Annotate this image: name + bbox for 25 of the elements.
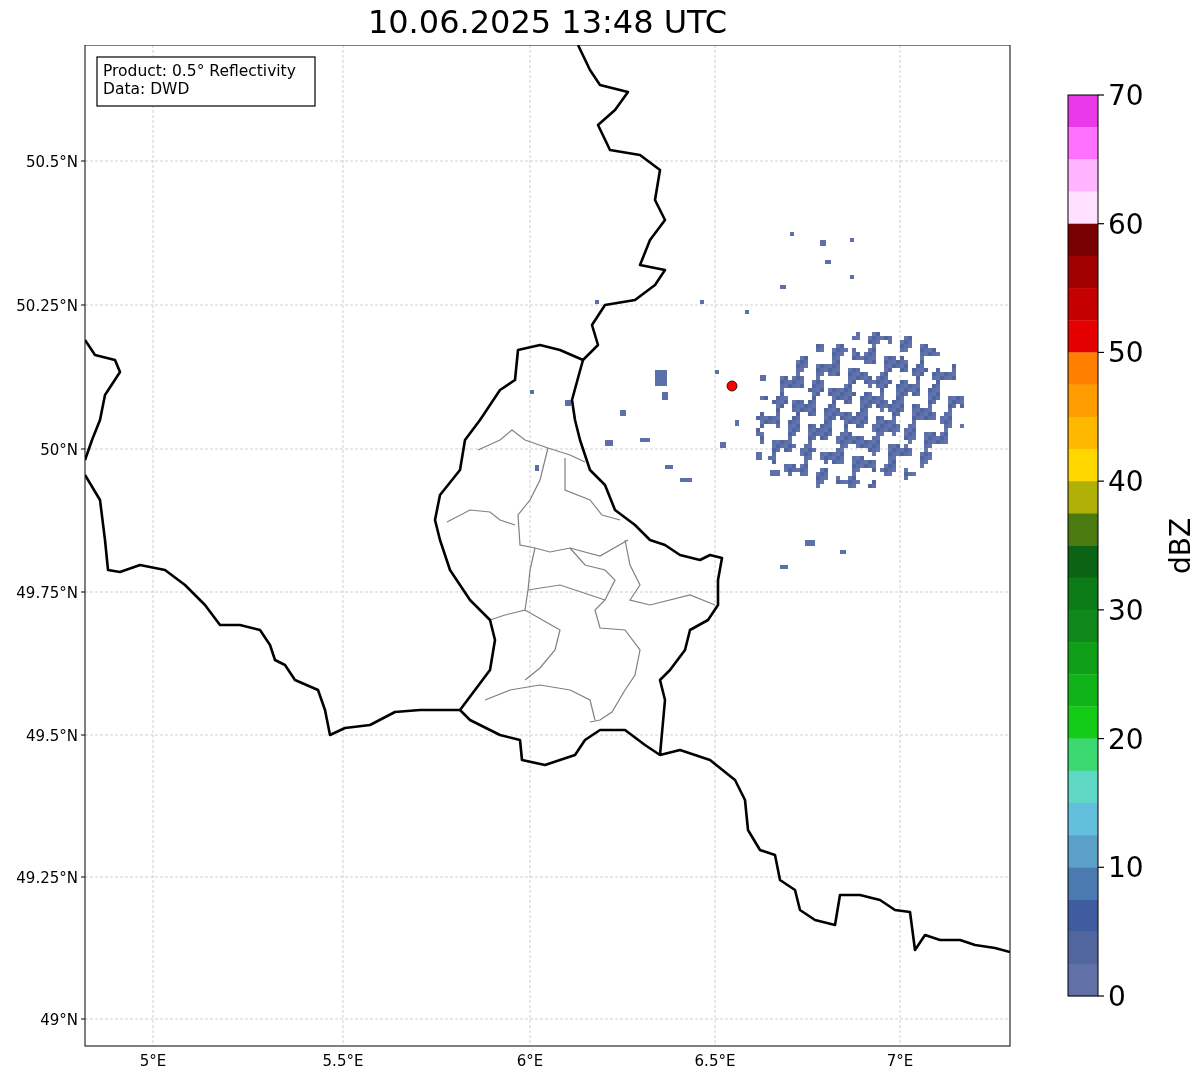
latitude-label: 50.25°N — [16, 297, 78, 315]
longitude-label: 5.5°E — [322, 1052, 364, 1070]
colorbar-tick-label: 0 — [1108, 980, 1126, 1013]
latitude-label: 49.25°N — [16, 869, 78, 887]
radar-site-marker — [726, 380, 738, 392]
longitude-label: 5°E — [139, 1052, 167, 1070]
colorbar-tick-label: 10 — [1108, 851, 1144, 885]
colorbar-tick-label: 50 — [1108, 336, 1144, 370]
latitude-label: 49.5°N — [25, 727, 78, 745]
colorbar-label: dBZ — [1164, 517, 1197, 575]
colorbar-tick-label: 20 — [1108, 722, 1144, 756]
latitude-label: 50°N — [40, 441, 78, 459]
colorbar-tick-label: 40 — [1108, 465, 1144, 499]
longitude-label: 7°E — [886, 1052, 914, 1070]
latitude-label: 49°N — [40, 1011, 78, 1029]
info-text: Product: 0.5° Reflectivity — [103, 62, 296, 80]
colorbar-tick-label: 70 — [1108, 79, 1144, 112]
colorbar-tick-label: 60 — [1108, 207, 1144, 241]
plot-title: 10.06.2025 13:48 UTC — [367, 3, 728, 41]
longitude-label: 6°E — [516, 1052, 544, 1070]
latitude-label: 49.75°N — [16, 584, 78, 602]
latitude-label: 50.5°N — [25, 153, 78, 171]
longitude-label: 6.5°E — [694, 1052, 736, 1070]
colorbar-tick-label: 30 — [1108, 593, 1144, 627]
info-text: Data: DWD — [103, 80, 190, 98]
